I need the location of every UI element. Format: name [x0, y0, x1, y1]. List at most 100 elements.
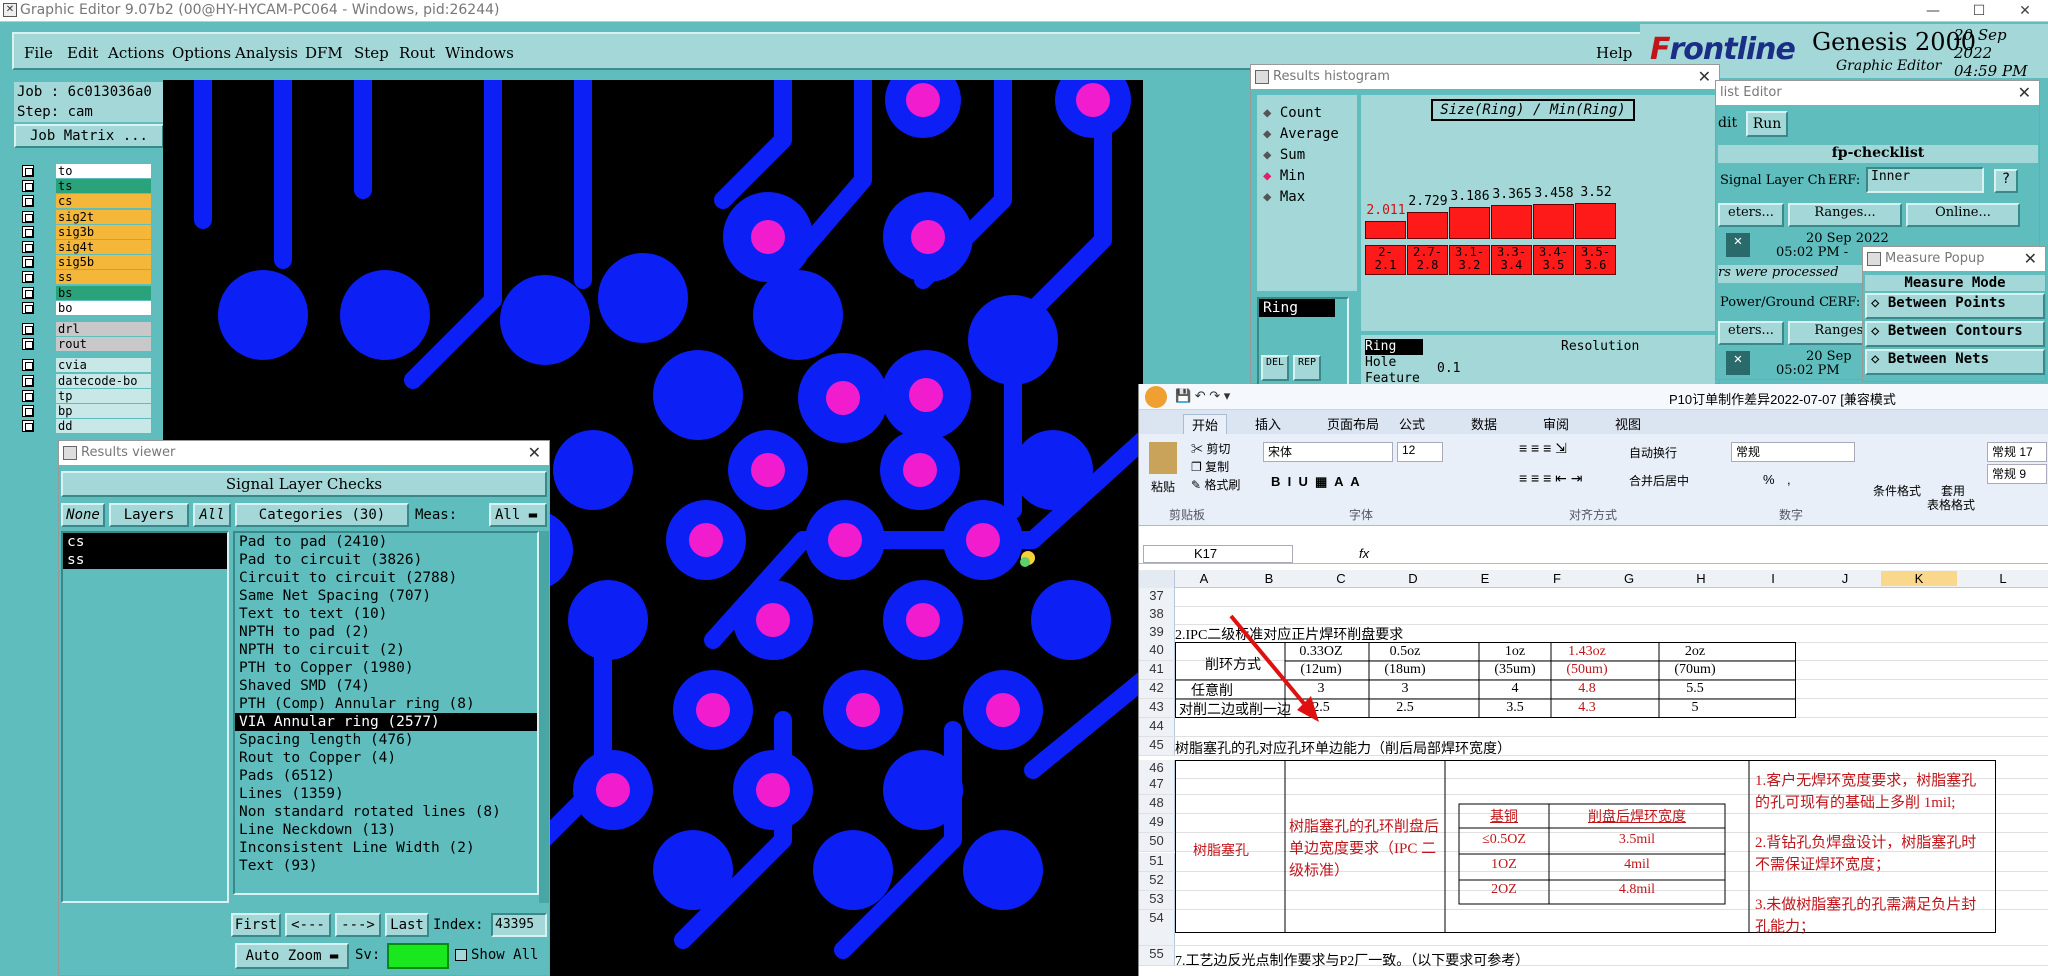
layers-button[interactable]: Layers: [109, 503, 189, 527]
between-nets-option[interactable]: ◇ Between Nets: [1865, 349, 2045, 375]
attr-list[interactable]: Ring Hole Feature: [1365, 339, 1423, 387]
histogram-bar[interactable]: [1533, 203, 1574, 239]
layer-row[interactable]: bo: [20, 300, 151, 316]
category-item[interactable]: PTH (Comp) Annular ring (8): [235, 695, 537, 713]
minimize-button[interactable]: —: [1910, 0, 1956, 22]
layer-checkbox[interactable]: [22, 323, 34, 335]
histogram-close-icon[interactable]: ✕: [1698, 65, 1711, 89]
layer-row[interactable]: ss: [20, 270, 151, 285]
mode-radio-min[interactable]: ◆ Min: [1263, 168, 1305, 184]
first-button[interactable]: First: [231, 913, 281, 937]
layer-checkbox[interactable]: [22, 256, 34, 269]
last-button[interactable]: Last: [385, 913, 429, 937]
close-button[interactable]: ✕: [2002, 0, 2048, 22]
category-item[interactable]: Circuit to circuit (2788): [235, 569, 537, 587]
show-all-checkbox[interactable]: [455, 949, 467, 961]
menu-rout[interactable]: Rout: [399, 44, 435, 62]
list-item[interactable]: Ring: [1259, 299, 1335, 317]
mode-radio-count[interactable]: ◆ Count: [1263, 105, 1322, 121]
category-item[interactable]: Pad to pad (2410): [235, 533, 537, 551]
layer-row[interactable]: sig3b: [20, 224, 151, 240]
category-item[interactable]: Inconsistent Line Width (2): [235, 839, 537, 857]
mode-radio-average[interactable]: ◆ Average: [1263, 126, 1339, 142]
layer-checkbox[interactable]: [22, 374, 34, 387]
mode-radio-sum[interactable]: ◆ Sum: [1263, 147, 1305, 163]
none-button[interactable]: None: [61, 503, 105, 527]
all-button[interactable]: All: [193, 503, 231, 527]
layer-checkbox[interactable]: [22, 389, 34, 402]
layer-row[interactable]: cs: [20, 194, 151, 209]
checklist-close-icon[interactable]: ✕: [2018, 81, 2031, 105]
maximize-button[interactable]: ☐: [1956, 0, 2002, 22]
layer-checkbox[interactable]: [22, 241, 34, 253]
mode-radio-max[interactable]: ◆ Max: [1263, 189, 1305, 205]
layer-checkbox[interactable]: [22, 180, 34, 193]
layer-row[interactable]: bp: [20, 404, 151, 419]
next-button[interactable]: --->: [335, 913, 381, 937]
layer-row[interactable]: ts: [20, 179, 151, 194]
categories-scrollbar[interactable]: [539, 531, 549, 903]
category-item[interactable]: Text (93): [235, 857, 537, 875]
menu-edit[interactable]: Edit: [67, 44, 98, 62]
layer-checkbox[interactable]: [22, 286, 34, 299]
parameters-button-2[interactable]: eters...: [1718, 321, 1784, 345]
layer-checkbox[interactable]: [22, 165, 34, 177]
layer-row[interactable]: sig4t: [20, 240, 151, 255]
layer-row[interactable]: dd: [20, 419, 151, 434]
layer-checkbox[interactable]: [22, 338, 34, 351]
layer-row[interactable]: sig5b: [20, 255, 151, 270]
category-item[interactable]: Pads (6512): [235, 767, 537, 785]
category-item[interactable]: NPTH to pad (2): [235, 623, 537, 641]
histogram-bar[interactable]: [1575, 203, 1616, 239]
menu-analysis[interactable]: Analysis: [235, 44, 298, 62]
menu-edit-checklist[interactable]: dit: [1718, 115, 1737, 131]
category-item[interactable]: PTH to Copper (1980): [235, 659, 537, 677]
category-item[interactable]: Rout to Copper (4): [235, 749, 537, 767]
measure-close-icon[interactable]: ✕: [2024, 247, 2037, 271]
categories-list[interactable]: Pad to pad (2410) Pad to circuit (3826) Ci…: [233, 531, 539, 895]
layer-checkbox[interactable]: [22, 301, 34, 314]
category-item[interactable]: Pad to circuit (3826): [235, 551, 537, 569]
between-contours-option[interactable]: ◇ Between Contours: [1865, 321, 2045, 347]
categories-button[interactable]: Categories (30): [235, 503, 409, 527]
layer-row[interactable]: cvia: [20, 358, 151, 373]
histogram-bar[interactable]: [1365, 221, 1406, 239]
histogram-bar[interactable]: [1449, 206, 1490, 239]
layer-checkbox[interactable]: [22, 359, 34, 372]
layer-result-list[interactable]: cs ss: [61, 531, 229, 903]
layer-row[interactable]: datecode-bo: [20, 373, 151, 389]
run-button[interactable]: Run: [1746, 111, 1788, 137]
layer-checkbox[interactable]: [22, 405, 34, 417]
category-item[interactable]: NPTH to circuit (2): [235, 641, 537, 659]
category-item[interactable]: Line Neckdown (13): [235, 821, 537, 839]
layer-row[interactable]: tp: [20, 388, 151, 404]
layer-checkbox[interactable]: [22, 271, 34, 284]
layer-row[interactable]: bs: [20, 285, 151, 301]
parameters-button[interactable]: eters...: [1718, 203, 1784, 227]
menu-dfm[interactable]: DFM: [305, 44, 343, 62]
layer-row[interactable]: rout: [20, 337, 151, 352]
job-matrix-button[interactable]: Job Matrix ...: [14, 124, 164, 148]
ranges-button[interactable]: Ranges...: [1788, 203, 1902, 227]
list-item[interactable]: ss: [63, 551, 227, 569]
category-item[interactable]: Same Net Spacing (707): [235, 587, 537, 605]
category-item[interactable]: Shaved SMD (74): [235, 677, 537, 695]
category-item[interactable]: Non standard rotated lines (8): [235, 803, 537, 821]
rep-button[interactable]: REP: [1293, 355, 1321, 381]
menu-options[interactable]: Options: [172, 44, 231, 62]
help-button[interactable]: ?: [1994, 169, 2018, 193]
del-button[interactable]: DEL: [1261, 355, 1289, 381]
layer-checkbox[interactable]: [22, 210, 34, 223]
auto-zoom-select[interactable]: Auto Zoom ▬: [235, 943, 349, 969]
menu-step[interactable]: Step: [354, 44, 389, 62]
erf-input[interactable]: Inner: [1866, 167, 1984, 193]
menu-windows[interactable]: Windows: [445, 44, 514, 62]
layer-checkbox[interactable]: [22, 225, 34, 238]
category-item[interactable]: Text to text (10): [235, 605, 537, 623]
layer-checkbox[interactable]: [22, 195, 34, 208]
between-points-option[interactable]: ◇ Between Points: [1865, 293, 2045, 319]
list-item[interactable]: cs: [63, 533, 227, 551]
layer-row[interactable]: drl: [20, 322, 151, 337]
meas-select[interactable]: All ▬: [489, 503, 547, 527]
menu-file[interactable]: File: [24, 44, 53, 62]
